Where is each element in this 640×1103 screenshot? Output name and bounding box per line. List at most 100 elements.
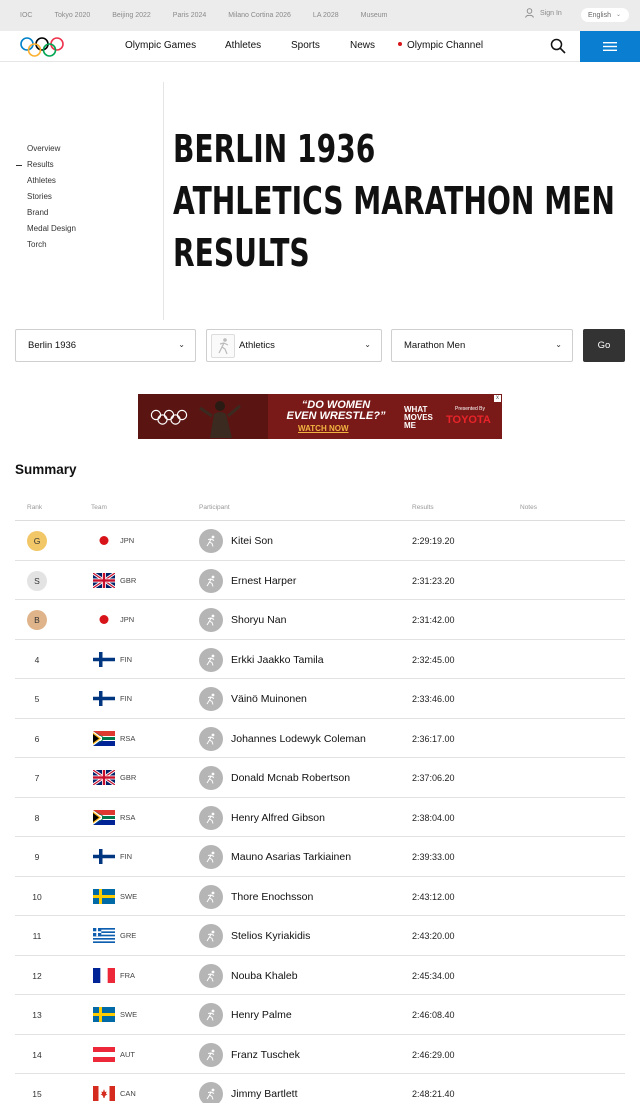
team-code: SWE [120, 1010, 138, 1019]
athlete-name-link[interactable]: Thore Enochsson [231, 891, 313, 903]
table-row[interactable]: 11 GRE Stelios Kyriakidis 2:43:20.00 [15, 916, 625, 956]
athlete-name-link[interactable]: Franz Tuschek [231, 1049, 300, 1061]
table-row[interactable]: B JPN Shoryu Nan 2:31:42.00 [15, 600, 625, 640]
flag-swe-icon [93, 1007, 115, 1022]
athlete-name-link[interactable]: Väinö Muinonen [231, 693, 307, 705]
rank-number: 8 [34, 812, 40, 823]
nav-sports[interactable]: Sports [291, 40, 320, 51]
utility-link-tokyo-2020[interactable]: Tokyo 2020 [54, 12, 90, 19]
header-team: Team [91, 504, 107, 511]
nav-olympic-channel[interactable]: Olympic Channel [398, 40, 483, 51]
ad-watch-now-link[interactable]: WATCH NOW [298, 424, 349, 433]
athlete-name-link[interactable]: Ernest Harper [231, 575, 296, 587]
chevron-down-icon: ⌄ [364, 340, 371, 349]
sidebar-item-athletes[interactable]: Athletes [27, 177, 76, 193]
rank-number: 11 [32, 931, 42, 941]
sidebar: Overview Results Athletes Stories Brand … [0, 82, 164, 320]
utility-link-milano-cortina-2026[interactable]: Milano Cortina 2026 [228, 12, 291, 19]
athlete-name-link[interactable]: Jimmy Bartlett [231, 1088, 298, 1100]
athlete-name-link[interactable]: Erkki Jaakko Tamila [231, 654, 324, 666]
language-select[interactable]: English ⌄ [581, 8, 629, 22]
sidebar-item-brand[interactable]: Brand [27, 209, 76, 225]
chevron-down-icon: ⌄ [555, 340, 562, 349]
team-code: FIN [120, 694, 133, 703]
athlete-name-link[interactable]: Kitei Son [231, 535, 273, 547]
event-select-value: Marathon Men [404, 340, 466, 351]
athlete-avatar-icon [199, 687, 223, 711]
athlete-name-link[interactable]: Henry Palme [231, 1009, 292, 1021]
table-row[interactable]: 15 CAN Jimmy Bartlett 2:48:21.40 [15, 1074, 625, 1103]
go-button[interactable]: Go [583, 329, 625, 362]
team-code: FIN [120, 654, 133, 664]
search-icon[interactable] [550, 38, 566, 54]
table-row[interactable]: 7 GBR Donald Mcnab Robertson 2:37:06.20 [15, 758, 625, 798]
ad-close-icon[interactable]: x [494, 395, 501, 402]
team-code: JPN [120, 536, 135, 545]
user-icon [525, 8, 534, 18]
result-time: 2:32:45.00 [412, 654, 455, 665]
athlete-avatar-icon [199, 1003, 223, 1027]
table-row[interactable]: 12 FRA Nouba Khaleb 2:45:34.00 [15, 956, 625, 995]
sidebar-item-overview[interactable]: Overview [27, 145, 76, 161]
event-select[interactable]: Marathon Men ⌄ [391, 329, 573, 362]
sidebar-item-torch[interactable]: Torch [27, 241, 76, 257]
sign-in-link[interactable]: Sign In [525, 8, 562, 18]
sign-in-label: Sign In [540, 9, 562, 17]
result-time: 2:31:42.00 [412, 615, 455, 625]
utility-link-beijing-2022[interactable]: Beijing 2022 [112, 12, 151, 19]
athlete-avatar-icon [199, 805, 223, 830]
flag-gre-icon [93, 928, 115, 943]
table-row[interactable]: S GBR Ernest Harper 2:31:23.20 [15, 561, 625, 600]
table-row[interactable]: 13 SWE Henry Palme 2:46:08.40 [15, 995, 625, 1035]
athlete-name-link[interactable]: Mauno Asarias Tarkiainen [231, 851, 351, 863]
olympic-rings-logo[interactable] [19, 36, 65, 58]
hamburger-icon [603, 42, 617, 51]
result-time: 2:38:04.00 [412, 812, 455, 823]
sport-select-value: Athletics [239, 340, 275, 351]
sport-select[interactable]: Athletics ⌄ [206, 329, 382, 362]
games-select[interactable]: Berlin 1936 ⌄ [15, 329, 196, 362]
summary-heading: Summary [15, 462, 77, 477]
athlete-name-link[interactable]: Stelios Kyriakidis [231, 930, 310, 942]
page-title-line-1: BERLIN 1936 [173, 127, 376, 171]
utility-link-la-2028[interactable]: LA 2028 [313, 12, 339, 19]
utility-link-paris-2024[interactable]: Paris 2024 [173, 12, 206, 19]
nav-news[interactable]: News [350, 40, 375, 51]
athlete-name-link[interactable]: Henry Alfred Gibson [231, 812, 325, 824]
table-row[interactable]: 4 FIN Erkki Jaakko Tamila 2:32:45.00 [15, 640, 625, 679]
rank-number: 5 [34, 694, 40, 704]
table-row[interactable]: 14 AUT Franz Tuschek 2:46:29.00 [15, 1035, 625, 1074]
nav-athletes[interactable]: Athletes [225, 40, 261, 51]
table-row[interactable]: 9 FIN Mauno Asarias Tarkiainen 2:39:33.00 [15, 837, 625, 877]
sidebar-item-medal-design[interactable]: Medal Design [27, 225, 76, 241]
table-row[interactable]: 5 FIN Väinö Muinonen 2:33:46.00 [15, 679, 625, 719]
sidebar-item-stories[interactable]: Stories [27, 193, 76, 209]
ad-banner[interactable]: “DO WOMEN EVEN WRESTLE?” WATCH NOW WHAT … [138, 394, 502, 439]
result-time: 2:33:46.00 [412, 694, 455, 704]
flag-fin-icon [93, 651, 115, 667]
header-results: Results [412, 504, 434, 511]
athlete-name-link[interactable]: Nouba Khaleb [231, 970, 298, 982]
athlete-name-link[interactable]: Donald Mcnab Robertson [231, 772, 350, 784]
nav-olympic-games[interactable]: Olympic Games [125, 40, 196, 51]
utility-link-ioc[interactable]: IOC [20, 12, 32, 19]
team-code: RSA [120, 733, 136, 743]
result-time: 2:31:23.20 [412, 575, 455, 586]
table-row[interactable]: 8 RSA Henry Alfred Gibson 2:38:04.00 [15, 798, 625, 837]
table-row[interactable]: G JPN Kitei Son 2:29:19.20 [15, 521, 625, 561]
athlete-avatar-icon [199, 647, 223, 672]
athlete-avatar-icon [199, 924, 223, 948]
rank-number: 12 [32, 970, 42, 981]
athlete-avatar-icon [199, 845, 223, 869]
sidebar-item-results[interactable]: Results [16, 161, 76, 177]
table-row[interactable]: 6 RSA Johannes Lodewyk Coleman 2:36:17.00 [15, 719, 625, 758]
menu-button[interactable] [580, 31, 640, 62]
athlete-name-link[interactable]: Shoryu Nan [231, 614, 286, 626]
chevron-down-icon: ⌄ [615, 12, 621, 18]
medal-badge: B [27, 610, 47, 630]
flag-swe-icon [93, 888, 115, 904]
team-code: GBR [120, 773, 137, 782]
utility-link-museum[interactable]: Museum [361, 12, 388, 19]
athlete-name-link[interactable]: Johannes Lodewyk Coleman [231, 733, 366, 745]
table-row[interactable]: 10 SWE Thore Enochsson 2:43:12.00 [15, 877, 625, 916]
